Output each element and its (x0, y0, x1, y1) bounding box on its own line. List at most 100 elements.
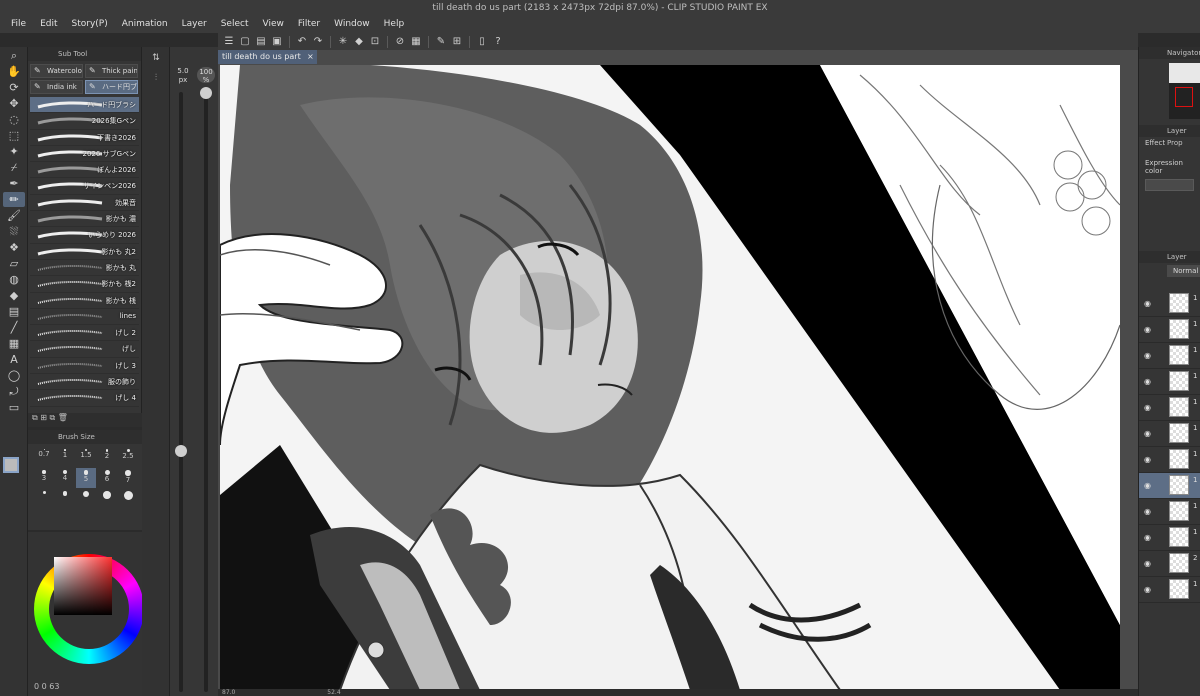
brush-item[interactable]: 2026 サブGペン (30, 146, 139, 163)
opacity-slider-track[interactable] (204, 92, 208, 692)
brush-size-preset[interactable]: 5 (76, 468, 96, 488)
layer-row[interactable]: ◉ 1 (1139, 369, 1200, 395)
layer-row[interactable]: ◉ 1 (1139, 291, 1200, 317)
brush-item[interactable]: 2026集Gペン (30, 113, 139, 130)
balloon-icon[interactable]: ◯ (3, 368, 25, 383)
layer-row[interactable]: ◉ 1 (1139, 447, 1200, 473)
eye-icon[interactable]: ◉ (1144, 351, 1153, 360)
menu-view[interactable]: View (255, 17, 290, 31)
decoration-icon[interactable]: ❖ (3, 240, 25, 255)
gradient-icon[interactable]: ▤ (3, 304, 25, 319)
menu-story-p-[interactable]: Story(P) (65, 17, 115, 31)
layer-row[interactable]: ◉ 1 (1139, 499, 1200, 525)
pen-pressure-icon[interactable]: ✎ (434, 35, 448, 49)
blend-icon[interactable]: ◍ (3, 272, 25, 287)
open-icon[interactable]: ▤ (254, 35, 268, 49)
menu-select[interactable]: Select (214, 17, 256, 31)
eye-icon[interactable]: ◉ (1144, 429, 1153, 438)
move-icon[interactable]: ✥ (3, 96, 25, 111)
color-saturation-square[interactable] (54, 557, 112, 615)
layer-row[interactable]: ◉ 1 (1139, 473, 1200, 499)
rotate-icon[interactable]: ⟳ (3, 80, 25, 95)
snap-icon[interactable]: ⊘ (393, 35, 407, 49)
navigator-thumbnail[interactable] (1169, 63, 1200, 119)
eye-icon[interactable]: ◉ (1144, 585, 1153, 594)
menu-file[interactable]: File (4, 17, 33, 31)
menu-icon[interactable]: ☰ (222, 35, 236, 49)
brush-item[interactable]: 影かも 濃 (30, 211, 139, 228)
eye-icon[interactable]: ◉ (1144, 533, 1153, 542)
undo-icon[interactable]: ↶ (295, 35, 309, 49)
layer-row[interactable]: ◉ 1 (1139, 343, 1200, 369)
redo-icon[interactable]: ↷ (311, 35, 325, 49)
menu-filter[interactable]: Filter (291, 17, 327, 31)
brush-item[interactable]: 影かも 桟2 (30, 276, 139, 293)
subtool-tab[interactable]: ✎ Thick paint (85, 64, 138, 78)
brush-item[interactable]: 効果音 (30, 195, 139, 212)
canvas[interactable] (220, 65, 1120, 690)
ruler-icon[interactable]: ▭ (3, 400, 25, 415)
menu-window[interactable]: Window (327, 17, 377, 31)
adjust-icon[interactable]: ⫶ (146, 73, 166, 85)
phone-icon[interactable]: ▯ (475, 35, 489, 49)
main-color-swatch[interactable] (3, 457, 19, 473)
brush-size-preset[interactable]: 1.5 (76, 447, 96, 467)
close-icon[interactable]: × (307, 50, 314, 64)
menu-edit[interactable]: Edit (33, 17, 64, 31)
subtool-tab[interactable]: ✎ ハード円ブ (85, 80, 138, 94)
figure-icon[interactable]: ╱ (3, 320, 25, 335)
eyedropper-icon[interactable]: ⌿ (3, 160, 25, 175)
brush-size-slider-knob[interactable] (175, 445, 187, 457)
new-icon[interactable]: ▢ (238, 35, 252, 49)
help-icon[interactable]: ? (491, 35, 505, 49)
brush-item[interactable]: げし 3 (30, 358, 139, 375)
menu-animation[interactable]: Animation (115, 17, 175, 31)
opacity-slider-knob[interactable] (200, 87, 212, 99)
eraser-icon[interactable]: ▱ (3, 256, 25, 271)
menu-help[interactable]: Help (377, 17, 412, 31)
ruler-icon[interactable]: ▦ (409, 35, 423, 49)
brush-size-preset[interactable]: 2 (97, 447, 117, 467)
brush-item[interactable]: サインペン2026 (30, 178, 139, 195)
layer-row[interactable]: ◉ 2 (1139, 551, 1200, 577)
settings-icon[interactable]: ⇅ (146, 53, 166, 65)
eye-icon[interactable]: ◉ (1144, 403, 1153, 412)
guide-icon[interactable]: ⊞ (450, 35, 464, 49)
layer-row[interactable]: ◉ 1 (1139, 317, 1200, 343)
brush-item[interactable]: げし 4 (30, 390, 139, 407)
brush-item[interactable]: 服の飾り (30, 374, 139, 391)
brush-item[interactable]: 影かも 丸 (30, 260, 139, 277)
wand-icon[interactable]: ✦ (3, 144, 25, 159)
brush-size-preset[interactable] (76, 489, 96, 509)
menu-layer[interactable]: Layer (175, 17, 214, 31)
save-icon[interactable]: ▣ (270, 35, 284, 49)
brush-size-preset[interactable]: 2.5 (118, 447, 138, 467)
eye-icon[interactable]: ◉ (1144, 559, 1153, 568)
brush-item[interactable]: ぼんよ2026 (30, 162, 139, 179)
eye-icon[interactable]: ◉ (1144, 325, 1153, 334)
brush-item[interactable]: lines (30, 309, 139, 326)
brush-size-preset[interactable]: 4 (55, 468, 75, 488)
subtool-tab[interactable]: ✎ Watercolor (30, 64, 83, 78)
text-icon[interactable]: A (3, 352, 25, 367)
frame-icon[interactable]: ▦ (3, 336, 25, 351)
eye-icon[interactable]: ◉ (1144, 377, 1153, 386)
eye-icon[interactable]: ◉ (1144, 507, 1153, 516)
brush-size-preset[interactable]: 6 (97, 468, 117, 488)
brush-item[interactable]: 影かも 丸2 (30, 244, 139, 260)
fill-icon[interactable]: ◆ (3, 288, 25, 303)
brush-size-preset[interactable] (97, 489, 117, 509)
zoom-icon[interactable]: ⌕ (3, 48, 25, 63)
brush-item[interactable]: 下書き2026 (30, 130, 139, 146)
clear-icon[interactable]: ✳ (336, 35, 350, 49)
transform-icon[interactable]: ⊡ (368, 35, 382, 49)
pencil-icon[interactable]: ✏ (3, 192, 25, 207)
brush-item[interactable]: 影かも 桟 (30, 293, 139, 309)
eye-icon[interactable]: ◉ (1144, 299, 1153, 308)
layer-row[interactable]: ◉ 1 (1139, 525, 1200, 551)
pen-icon[interactable]: ✒ (3, 176, 25, 191)
brush-item[interactable]: げし (30, 341, 139, 358)
airbrush-icon[interactable]: ⛆ (3, 224, 25, 239)
correct-icon[interactable]: ⤾ (3, 384, 25, 399)
eye-icon[interactable]: ◉ (1144, 455, 1153, 464)
